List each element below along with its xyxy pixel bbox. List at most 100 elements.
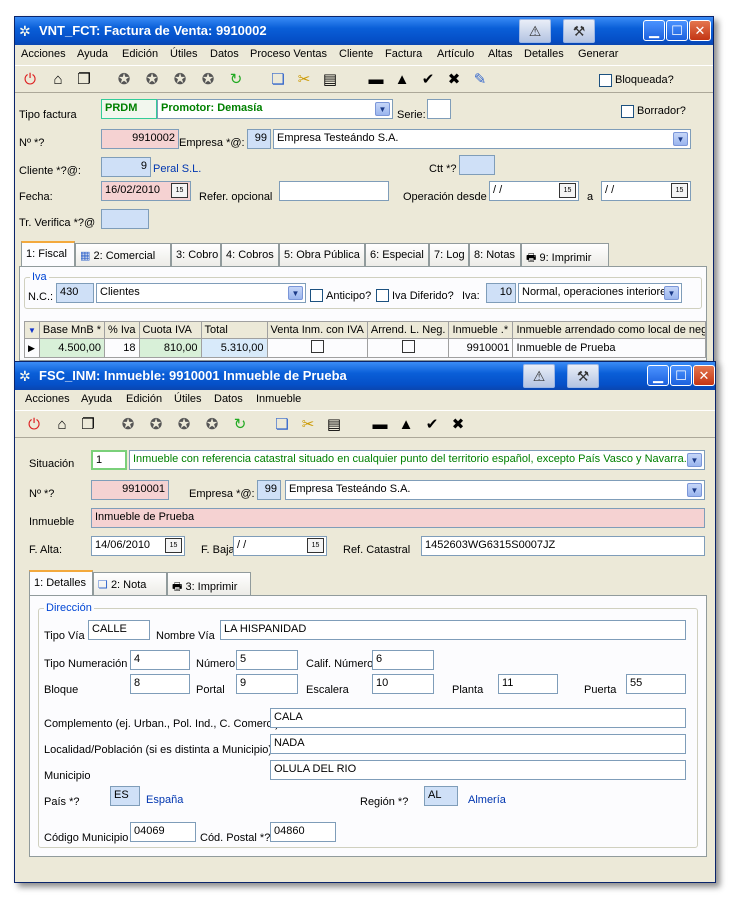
tab-notas[interactable]: 8: Notas — [469, 243, 521, 267]
iva-select[interactable]: Normal, operaciones interiores ▼ — [518, 283, 682, 303]
empresa-code-field[interactable]: 99 — [257, 480, 281, 500]
menu-cliente[interactable]: Cliente — [339, 48, 373, 60]
power-icon[interactable]: ⏻ — [23, 414, 45, 436]
tipo-factura-select[interactable]: Promotor: Demasía ▼ — [157, 99, 393, 119]
cod-postal-field[interactable]: 04860 — [270, 822, 336, 842]
tipo-num-field[interactable]: 4 — [130, 650, 190, 670]
menu-generar[interactable]: Generar — [578, 48, 618, 60]
refresh-icon[interactable]: ↻ — [225, 69, 247, 91]
tab-nota[interactable]: ❏ 2: Nota — [93, 572, 167, 596]
menu-ayuda[interactable]: Ayuda — [77, 48, 108, 60]
grid-header-inmueble[interactable]: Inmueble .* — [448, 321, 514, 339]
home-icon[interactable]: ⌂ — [47, 69, 69, 91]
close-button[interactable]: ✕ — [689, 20, 711, 41]
menu-utiles[interactable]: Útiles — [174, 393, 202, 405]
grid-header-arrend[interactable]: Arrend. L. Neg. — [366, 321, 450, 339]
confirm-icon[interactable]: ✔ — [417, 69, 439, 91]
menu-articulo[interactable]: Artículo — [437, 48, 474, 60]
planta-field[interactable]: 11 — [498, 674, 558, 694]
region-code-field[interactable]: AL — [424, 786, 458, 806]
maximize-button[interactable]: ☐ — [666, 20, 688, 41]
grid-header-iva[interactable]: % Iva — [104, 321, 140, 339]
grid-header-total[interactable]: Total — [200, 321, 268, 339]
empresa-select[interactable]: Empresa Testeándo S.A. ▼ — [285, 480, 705, 500]
menu-factura[interactable]: Factura — [385, 48, 422, 60]
grid-sort-icon[interactable]: ▼ — [24, 321, 40, 339]
tools-icon[interactable]: ⚒ — [563, 19, 595, 43]
warning-icon[interactable]: ⚠ — [523, 364, 555, 388]
tipo-via-field[interactable]: CALLE — [88, 620, 150, 640]
record-first-icon[interactable]: ✪ — [117, 414, 139, 436]
fecha-field[interactable]: 16/02/2010 15 — [101, 181, 191, 201]
cell-base[interactable]: 4.500,00 — [38, 338, 106, 358]
num-field[interactable]: 9910002 — [101, 129, 179, 149]
puerta-field[interactable]: 55 — [626, 674, 686, 694]
table-row[interactable]: ▶ 4.500,00 18 810,00 5.310,00 9910001 In… — [24, 338, 706, 358]
numero-field[interactable]: 5 — [236, 650, 298, 670]
chevron-down-icon[interactable]: ▼ — [288, 286, 303, 300]
menu-utiles[interactable]: Útiles — [170, 48, 198, 60]
inmueble-field[interactable]: Inmueble de Prueba — [91, 508, 705, 528]
delete-record-icon[interactable]: ▬ — [365, 69, 387, 91]
cell-inmueble-desc[interactable]: Inmueble de Prueba — [512, 338, 706, 358]
fecha-hasta-field[interactable]: / / 15 — [601, 181, 691, 201]
tr-verifica-field[interactable] — [101, 209, 149, 229]
grid-header-inmueble-desc[interactable]: Inmueble arrendado como local de negocio — [512, 321, 706, 339]
bloque-field[interactable]: 8 — [130, 674, 190, 694]
copy-icon[interactable]: ❏ — [271, 414, 293, 436]
cancel-icon[interactable]: ✖ — [443, 69, 465, 91]
region-name-link[interactable]: Almería — [468, 794, 506, 806]
empresa-code-field[interactable]: 99 — [247, 129, 271, 149]
situacion-select[interactable]: Inmueble con referencia catastral situad… — [129, 450, 705, 470]
cell-cuota[interactable]: 810,00 — [138, 338, 202, 358]
record-last-icon[interactable]: ✪ — [201, 414, 223, 436]
tab-fiscal[interactable]: 1: Fiscal — [21, 241, 75, 267]
portal-field[interactable]: 9 — [236, 674, 298, 694]
empresa-select[interactable]: Empresa Testeándo S.A. ▼ — [273, 129, 691, 149]
tab-cobros[interactable]: 4: Cobros — [221, 243, 279, 267]
record-prev-icon[interactable]: ✪ — [141, 69, 163, 91]
home-icon[interactable]: ⌂ — [51, 414, 73, 436]
menu-datos[interactable]: Datos — [210, 48, 239, 60]
tab-comercial[interactable]: ▦ 2: Comercial — [75, 243, 171, 267]
record-prev-icon[interactable]: ✪ — [145, 414, 167, 436]
grid-header-venta-inm[interactable]: Venta Inm. con IVA — [266, 321, 368, 339]
cliente-code-field[interactable]: 9 — [101, 157, 151, 177]
tab-detalles[interactable]: 1: Detalles — [29, 570, 93, 596]
cliente-name-link[interactable]: Peral S.L. — [153, 163, 201, 175]
minimize-button[interactable]: ▁ — [647, 365, 669, 386]
warning-icon[interactable]: ⚠ — [519, 19, 551, 43]
calendar-icon[interactable]: 15 — [307, 538, 324, 553]
edit-pencil-icon[interactable]: ✎ — [469, 69, 491, 91]
anticipo-checkbox[interactable] — [310, 289, 323, 302]
chevron-down-icon[interactable]: ▼ — [687, 483, 702, 497]
pais-code-field[interactable]: ES — [110, 786, 140, 806]
menu-edicion[interactable]: Edición — [126, 393, 162, 405]
refresh-icon[interactable]: ↻ — [229, 414, 251, 436]
refer-field[interactable] — [279, 181, 389, 201]
insert-record-icon[interactable]: ▲ — [395, 414, 417, 436]
menu-detalles[interactable]: Detalles — [524, 48, 564, 60]
menu-altas[interactable]: Altas — [488, 48, 512, 60]
ctt-field[interactable] — [459, 155, 495, 175]
chevron-down-icon[interactable]: ▼ — [664, 286, 679, 300]
refcat-field[interactable]: 1452603WG6315S0007JZ — [421, 536, 705, 556]
windows-icon[interactable]: ❐ — [77, 414, 99, 436]
calendar-icon[interactable]: 15 — [559, 183, 576, 198]
tab-log[interactable]: 7: Log — [429, 243, 469, 267]
menu-proceso-ventas[interactable]: Proceso Ventas — [250, 48, 327, 60]
cell-total[interactable]: 5.310,00 — [200, 338, 268, 358]
chevron-down-icon[interactable]: ▼ — [687, 453, 702, 467]
nc-select[interactable]: Clientes ▼ — [96, 283, 306, 303]
insert-record-icon[interactable]: ▲ — [391, 69, 413, 91]
iva-diferido-checkbox[interactable] — [376, 289, 389, 302]
arrend-checkbox[interactable] — [401, 340, 415, 353]
nc-code-field[interactable]: 430 — [56, 283, 94, 303]
confirm-icon[interactable]: ✔ — [421, 414, 443, 436]
municipio-field[interactable]: OLULA DEL RIO — [270, 760, 686, 780]
menu-inmueble[interactable]: Inmueble — [256, 393, 301, 405]
pais-name-link[interactable]: España — [146, 794, 183, 806]
menu-edicion[interactable]: Edición — [122, 48, 158, 60]
cell-arrend[interactable] — [366, 338, 450, 358]
serie-field[interactable] — [427, 99, 451, 119]
